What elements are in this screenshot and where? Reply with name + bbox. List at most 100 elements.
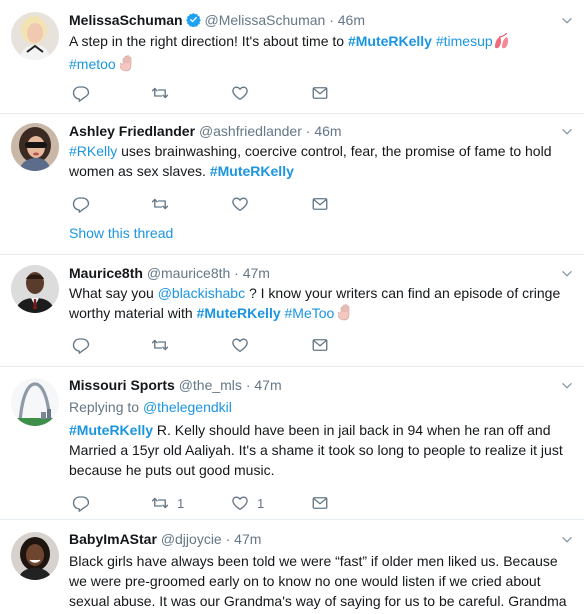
display-name[interactable]: Maurice8th [69, 265, 143, 281]
text-segment: Black girls have always been told we wer… [69, 553, 567, 614]
chevron-down-icon[interactable] [560, 14, 574, 28]
retweet-count: 1 [177, 495, 185, 511]
user-handle[interactable]: @maurice8th [147, 265, 230, 281]
like-button[interactable] [231, 194, 249, 214]
chevron-down-icon[interactable] [560, 267, 574, 281]
avatar[interactable] [11, 12, 59, 60]
verified-badge-icon [185, 12, 201, 31]
avatar[interactable] [11, 532, 59, 580]
separator-dot: · [225, 531, 231, 547]
tweet-header: BabyImAStar @djjoycie · 47m [69, 530, 261, 548]
tweet-timestamp[interactable]: 47m [234, 531, 261, 547]
tweet-header: Maurice8th @maurice8th · 47m [69, 264, 270, 282]
display-name[interactable]: MelissaSchuman [69, 12, 183, 28]
reply-button[interactable] [72, 83, 90, 103]
raised-hand-emoji-icon [118, 55, 136, 77]
reply-icon [72, 84, 90, 102]
display-name[interactable]: Missouri Sports [69, 377, 175, 393]
tweet-4[interactable]: Missouri Sports @the_mls · 47m Replying … [0, 367, 584, 520]
display-name[interactable]: Ashley Friedlander [69, 123, 195, 139]
mention-link[interactable]: @blackishabc [158, 285, 245, 301]
avatar[interactable] [11, 123, 59, 171]
tweet-header: MelissaSchuman @MelissaSchuman · 46m [69, 11, 365, 31]
tweet-3[interactable]: Maurice8th @maurice8th · 47m What say yo… [0, 255, 584, 367]
tweet-2[interactable]: Ashley Friedlander @ashfriedlander · 46m… [0, 114, 584, 255]
woman-blonde-avatar-icon [11, 12, 59, 60]
tweet-text: Black girls have always been told we wer… [69, 551, 574, 614]
separator-dot: · [329, 12, 334, 28]
avatar[interactable] [11, 378, 59, 426]
tweet-text: #MuteRKelly R. Kelly should have been in… [69, 420, 574, 480]
heart-icon [231, 336, 249, 354]
hashtag-link[interactable]: #MuteRKelly [210, 163, 294, 179]
direct-message-button[interactable] [311, 493, 329, 513]
user-handle[interactable]: @ashfriedlander [199, 123, 302, 139]
tweet-text: A step in the right direction! It's abou… [69, 31, 574, 77]
ballet-shoes-emoji-icon [493, 32, 511, 54]
tweet-timestamp[interactable]: 47m [243, 265, 270, 281]
heart-icon [231, 84, 249, 102]
envelope-icon [311, 84, 329, 102]
text-segment: What say you [69, 285, 158, 301]
like-button[interactable]: 1 [231, 493, 264, 513]
separator-dot: · [234, 265, 239, 281]
text-segment: A step in the right direction! It's abou… [69, 33, 348, 49]
direct-message-button[interactable] [311, 83, 329, 103]
tweet-actions: 1 1 [72, 493, 372, 513]
hashtag-link[interactable]: #MuteRKelly [348, 33, 432, 49]
tweet-header: Missouri Sports @the_mls · 47m [69, 376, 282, 394]
reply-button[interactable] [72, 194, 90, 214]
replying-label: Replying to [69, 399, 143, 415]
reply-icon [72, 195, 90, 213]
reply-button[interactable] [72, 493, 90, 513]
reply-icon [72, 494, 90, 512]
display-name[interactable]: BabyImAStar [69, 531, 157, 547]
tweet-1[interactable]: MelissaSchuman @MelissaSchuman · 46m A s… [0, 0, 584, 114]
chevron-down-icon[interactable] [560, 379, 574, 393]
user-handle[interactable]: @the_mls [179, 377, 242, 393]
retweet-button[interactable] [151, 194, 169, 214]
hashtag-link[interactable]: #timesup [436, 33, 493, 49]
reply-button[interactable] [72, 335, 90, 355]
separator-dot: · [245, 377, 251, 393]
reply-icon [72, 336, 90, 354]
like-button[interactable] [231, 335, 249, 355]
tweet-timestamp[interactable]: 46m [314, 123, 341, 139]
envelope-icon [311, 494, 329, 512]
like-count: 1 [257, 495, 265, 511]
hashtag-link[interactable]: #MuteRKelly [197, 305, 281, 321]
envelope-icon [311, 336, 329, 354]
tweet-actions [72, 194, 372, 214]
woman-sunglasses-avatar-icon [11, 123, 59, 171]
retweet-button[interactable] [151, 335, 169, 355]
retweet-button[interactable] [151, 83, 169, 103]
tweet-timestamp[interactable]: 46m [338, 12, 365, 28]
tweet-5[interactable]: BabyImAStar @djjoycie · 47m Black girls … [0, 520, 584, 614]
direct-message-button[interactable] [311, 194, 329, 214]
tweet-header: Ashley Friedlander @ashfriedlander · 46m [69, 122, 342, 140]
heart-icon [231, 195, 249, 213]
tweet-timestamp[interactable]: 47m [254, 377, 281, 393]
show-thread-link[interactable]: Show this thread [69, 225, 173, 241]
mention-link[interactable]: @thelegendkil [143, 399, 232, 415]
raised-hand-emoji-icon [336, 304, 354, 326]
replying-to: Replying to @thelegendkil [69, 398, 232, 416]
hashtag-link[interactable]: #RKelly [69, 143, 117, 159]
chevron-down-icon[interactable] [560, 533, 574, 547]
direct-message-button[interactable] [311, 335, 329, 355]
gateway-arch-avatar-icon [11, 378, 59, 426]
heart-icon [231, 494, 249, 512]
user-handle[interactable]: @MelissaSchuman [205, 12, 326, 28]
woman-smiling-avatar-icon [11, 532, 59, 580]
retweet-button[interactable]: 1 [151, 493, 184, 513]
hashtag-link[interactable]: #metoo [69, 56, 116, 72]
user-handle[interactable]: @djjoycie [161, 531, 222, 547]
hashtag-link[interactable]: #MuteRKelly [69, 422, 153, 438]
tweet-text: #RKelly uses brainwashing, coercive cont… [69, 141, 574, 181]
chevron-down-icon[interactable] [560, 125, 574, 139]
retweet-icon [151, 336, 169, 354]
like-button[interactable] [231, 83, 249, 103]
avatar[interactable] [11, 265, 59, 313]
hashtag-link[interactable]: #MeToo [285, 305, 335, 321]
tweet-actions [72, 335, 372, 355]
